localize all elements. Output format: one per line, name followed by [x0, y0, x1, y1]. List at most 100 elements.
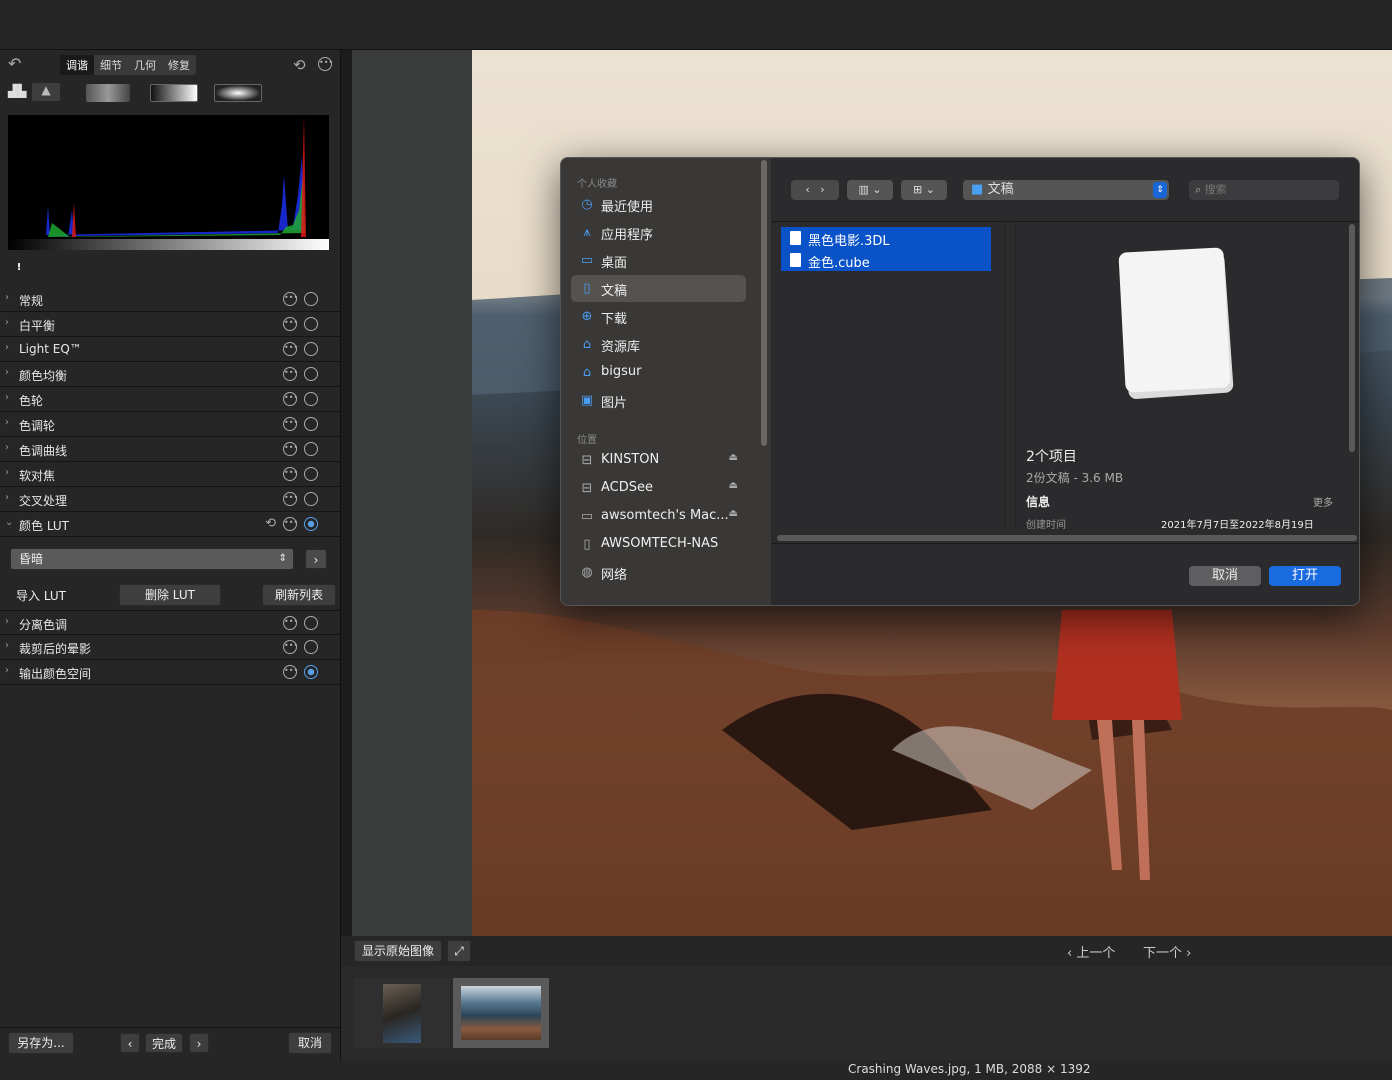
section-options-icon[interactable]: •••: [283, 442, 298, 456]
section-options-icon[interactable]: •••: [283, 616, 298, 630]
section-light-eq[interactable]: › Light EQ™ •••: [0, 337, 340, 362]
refresh-list-button[interactable]: 刷新列表: [262, 584, 336, 606]
next-button[interactable]: ›: [189, 1033, 209, 1053]
section-toggle[interactable]: [304, 417, 318, 431]
sidebar-item-library[interactable]: ⌂ 资源库: [571, 331, 746, 358]
preview-scrollbar[interactable]: [1349, 224, 1355, 452]
section-toggle[interactable]: [304, 442, 318, 456]
lut-next-button[interactable]: ›: [305, 549, 327, 569]
section-white-balance[interactable]: › 白平衡 •••: [0, 312, 340, 337]
sidebar-scrollbar[interactable]: [761, 160, 767, 446]
clipping-warning-icon[interactable]: !: [13, 262, 25, 274]
levels-mode-icon[interactable]: ▲: [32, 83, 60, 101]
undo-icon[interactable]: ↶: [8, 54, 21, 73]
lighting-tool-icon[interactable]: [86, 84, 130, 102]
section-toggle[interactable]: [304, 317, 318, 331]
section-tone-wheels[interactable]: › 色调轮 •••: [0, 412, 340, 437]
section-options-icon[interactable]: •••: [283, 367, 298, 381]
section-toggle[interactable]: [304, 640, 318, 654]
file-item[interactable]: 黑色电影.3DL: [781, 227, 991, 249]
section-color-lut[interactable]: ⌄ 颜色 LUT ⟲ •••: [0, 512, 340, 537]
tab-repair[interactable]: 修复: [162, 55, 196, 75]
section-toggle[interactable]: [304, 342, 318, 356]
section-options-icon[interactable]: •••: [283, 517, 298, 531]
histogram-mode-icon[interactable]: ▟▙: [8, 84, 26, 100]
eject-icon[interactable]: ⏏: [729, 452, 738, 463]
section-options-icon[interactable]: •••: [283, 467, 298, 481]
sidebar-item-home[interactable]: ⌂ bigsur: [571, 359, 746, 386]
tab-geometry[interactable]: 几何: [128, 55, 162, 75]
section-options-icon[interactable]: •••: [283, 492, 298, 506]
sidebar-item-mac[interactable]: ▭ awsomtech's Mac... ⏏: [571, 503, 746, 530]
radial-tool-icon[interactable]: [214, 84, 262, 102]
section-post-crop-vignette[interactable]: › 裁剪后的晕影 •••: [0, 635, 340, 660]
more-options-icon[interactable]: •••: [318, 57, 333, 71]
search-field[interactable]: ⌕ 搜索: [1189, 180, 1339, 200]
section-toggle[interactable]: [304, 292, 318, 306]
horizontal-scrollbar[interactable]: [777, 535, 1357, 541]
reset-icon[interactable]: ⟲: [293, 56, 306, 74]
file-item[interactable]: 金色.cube: [781, 249, 991, 271]
section-cross-process[interactable]: › 交叉处理 •••: [0, 487, 340, 512]
section-split-tone[interactable]: › 分离色调 •••: [0, 610, 340, 635]
section-toggle[interactable]: [304, 616, 318, 630]
section-output-color-space[interactable]: › 输出颜色空间 •••: [0, 660, 340, 685]
section-tone-curves[interactable]: › 色调曲线 •••: [0, 437, 340, 462]
show-original-button[interactable]: 显示原始图像: [354, 940, 442, 962]
more-link[interactable]: 更多: [1313, 494, 1333, 509]
view-columns-button[interactable]: ▥ ⌄: [847, 180, 893, 200]
section-toggle[interactable]: [304, 665, 318, 679]
section-toggle[interactable]: [304, 517, 318, 531]
back-forward-buttons[interactable]: ‹ ›: [791, 180, 839, 200]
previous-link[interactable]: ‹ 上一个: [1067, 942, 1115, 961]
section-options-icon[interactable]: •••: [283, 292, 298, 306]
section-options-icon[interactable]: •••: [283, 317, 298, 331]
sidebar-item-nas[interactable]: ▯ AWSOMTECH-NAS: [571, 531, 746, 558]
tab-detail[interactable]: 细节: [94, 55, 128, 75]
section-toggle[interactable]: [304, 367, 318, 381]
section-color-wheel[interactable]: › 色轮 •••: [0, 387, 340, 412]
section-toggle[interactable]: [304, 492, 318, 506]
eject-icon[interactable]: ⏏: [729, 508, 738, 519]
section-options-icon[interactable]: •••: [283, 342, 298, 356]
section-toggle[interactable]: [304, 392, 318, 406]
location-popup[interactable]: ■ 文稿 ⇕: [963, 180, 1169, 200]
done-button[interactable]: 完成: [145, 1033, 183, 1053]
sidebar-item-acdsee[interactable]: ⊟ ACDSee ⏏: [571, 475, 746, 502]
gradient-tool-icon[interactable]: [150, 84, 198, 102]
eject-icon[interactable]: ⏏: [729, 480, 738, 491]
thumbnail-selected[interactable]: [453, 978, 549, 1048]
column-resizer[interactable]: [1004, 222, 1016, 530]
section-toggle[interactable]: [304, 467, 318, 481]
section-color-balance[interactable]: › 颜色均衡 •••: [0, 362, 340, 387]
delete-lut-button[interactable]: 删除 LUT: [119, 584, 221, 606]
prev-button[interactable]: ‹: [120, 1033, 140, 1053]
sidebar-item-documents[interactable]: ▯ 文稿: [571, 275, 746, 302]
group-button[interactable]: ⊞ ⌄: [901, 180, 947, 200]
save-as-button[interactable]: 另存为...: [8, 1032, 74, 1054]
sidebar-item-kinston[interactable]: ⊟ KINSTON ⏏: [571, 447, 746, 474]
section-options-icon[interactable]: •••: [283, 417, 298, 431]
cancel-button[interactable]: 取消: [288, 1032, 332, 1054]
thumbnail[interactable]: [354, 978, 450, 1048]
lut-select[interactable]: 昏暗 ⇕: [10, 548, 294, 570]
sidebar-item-network[interactable]: ◍ 网络: [571, 559, 746, 586]
dialog-open-button[interactable]: 打开: [1269, 566, 1341, 586]
section-soft-focus[interactable]: › 软对焦 •••: [0, 462, 340, 487]
section-general[interactable]: › 常规 •••: [0, 287, 340, 312]
document-icon: [790, 253, 801, 267]
sidebar-item-recents[interactable]: ◷ 最近使用: [571, 191, 746, 218]
import-lut-link[interactable]: 导入 LUT: [16, 587, 66, 604]
section-options-icon[interactable]: •••: [283, 640, 298, 654]
next-link[interactable]: 下一个 ›: [1143, 942, 1191, 961]
sidebar-item-downloads[interactable]: ⊕ 下载: [571, 303, 746, 330]
tab-tune[interactable]: 调谐: [60, 55, 94, 75]
sidebar-item-applications[interactable]: ⩚ 应用程序: [571, 219, 746, 246]
section-options-icon[interactable]: •••: [283, 665, 298, 679]
reset-icon[interactable]: ⟲: [265, 516, 276, 531]
sidebar-item-desktop[interactable]: ▭ 桌面: [571, 247, 746, 274]
section-options-icon[interactable]: •••: [283, 392, 298, 406]
sidebar-item-pictures[interactable]: ▣ 图片: [571, 387, 746, 414]
dialog-cancel-button[interactable]: 取消: [1189, 566, 1261, 586]
expand-icon[interactable]: ⤢: [447, 940, 471, 962]
